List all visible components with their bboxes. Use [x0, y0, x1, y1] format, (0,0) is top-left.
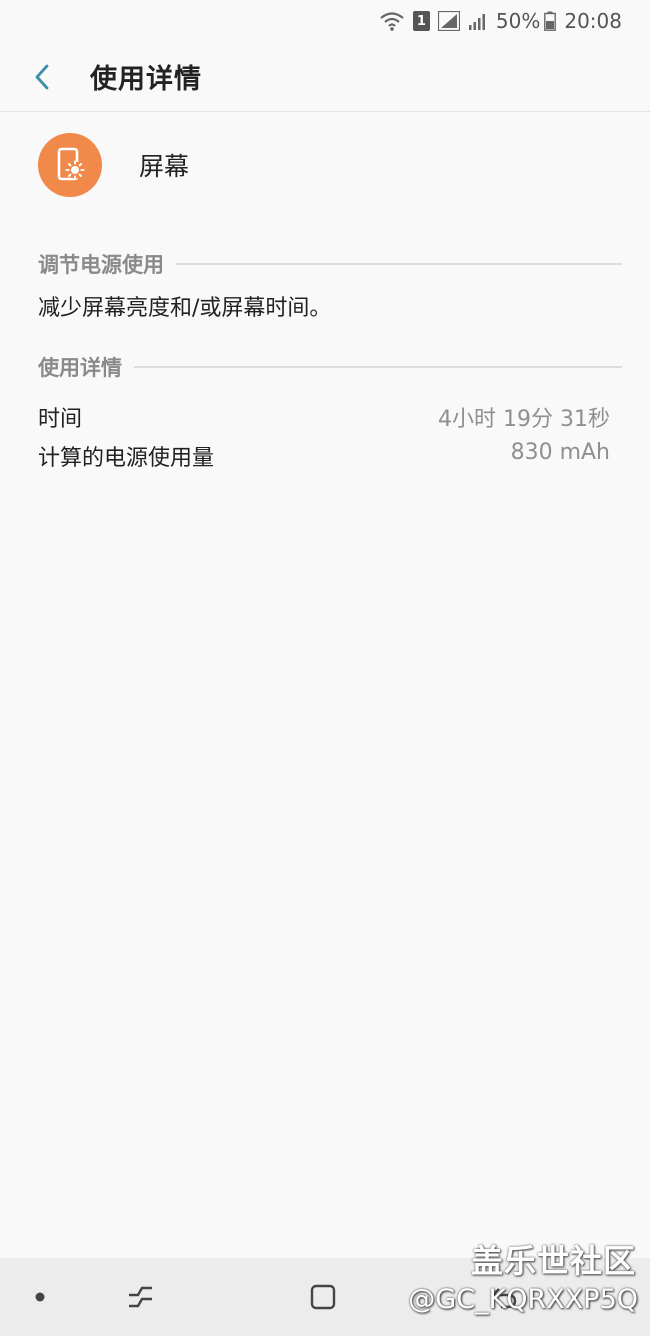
dot-icon [35, 1292, 45, 1302]
battery-status: 50% [495, 9, 557, 33]
watermark-site: 盖乐世社区 [470, 1242, 636, 1280]
back-arrow-icon [35, 64, 49, 89]
app-name: 屏幕 [139, 152, 190, 181]
section-divider [134, 366, 622, 368]
home-square-icon [310, 1284, 336, 1310]
screen-brightness-icon [38, 133, 102, 197]
wifi-icon [379, 11, 405, 31]
page-title: 使用详情 [90, 64, 202, 95]
detail-label: 计算的电源使用量 [38, 446, 215, 471]
screen: 1 50% 20:08 使用详情 屏幕 调节电源使用 减少屏幕亮度和/或屏幕时间… [0, 0, 650, 1336]
app-bar: 使用详情 [0, 42, 650, 112]
section-title: 调节电源使用 [38, 253, 164, 277]
detail-row-power-usage: 计算的电源使用量 830 mAh [38, 440, 610, 472]
home-button[interactable] [297, 1258, 349, 1336]
section-header-details: 使用详情 [38, 352, 622, 382]
back-button[interactable] [0, 42, 90, 112]
signal-icon [437, 11, 460, 31]
status-bar: 1 50% 20:08 [0, 0, 650, 42]
detail-value: 4小时 19分 31秒 [438, 407, 610, 432]
detail-label: 时间 [38, 407, 83, 432]
signal-secondary-icon [468, 11, 488, 31]
battery-percent: 50% [495, 9, 541, 33]
detail-value: 830 mAh [510, 440, 610, 465]
section-title: 使用详情 [38, 356, 122, 380]
recent-apps-icon [129, 1286, 152, 1308]
recent-apps-button[interactable] [115, 1258, 167, 1336]
power-tip-text: 减少屏幕亮度和/或屏幕时间。 [38, 296, 332, 321]
clock: 20:08 [564, 9, 622, 33]
sim-indicator: 1 [412, 11, 430, 31]
battery-icon [544, 11, 557, 31]
watermark-user: @GC_KQRXXP5Q [408, 1284, 638, 1315]
section-divider [176, 263, 622, 265]
nav-dot-button[interactable] [20, 1258, 60, 1336]
section-header-power: 调节电源使用 [38, 249, 622, 279]
detail-row-time: 时间 4小时 19分 31秒 [38, 401, 610, 433]
app-header: 屏幕 [38, 133, 189, 197]
